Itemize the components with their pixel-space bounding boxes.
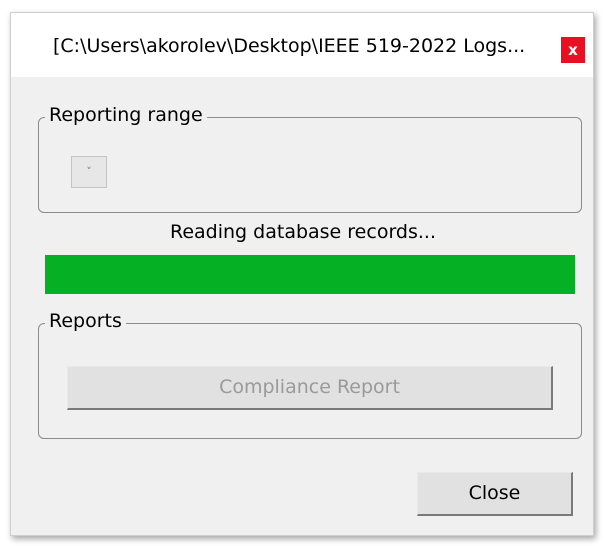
progress-bar	[45, 255, 575, 294]
progress-fill	[45, 255, 575, 294]
reporting-range-group: Reporting range ˅	[38, 104, 582, 213]
report-dialog: [C:\Users\akorolev\Desktop\IEEE 519-2022…	[10, 12, 594, 536]
reports-legend: Reports	[45, 310, 126, 332]
title-bar[interactable]: [C:\Users\akorolev\Desktop\IEEE 519-2022…	[11, 13, 593, 77]
window-title: [C:\Users\akorolev\Desktop\IEEE 519-2022…	[53, 35, 526, 57]
reporting-range-dropdown[interactable]: ˅	[71, 156, 107, 188]
chevron-down-icon: ˅	[86, 165, 92, 178]
close-icon[interactable]: x	[561, 37, 585, 63]
close-button[interactable]: Close	[417, 472, 573, 516]
status-text: Reading database records...	[170, 221, 436, 243]
compliance-report-button[interactable]: Compliance Report	[67, 366, 553, 410]
reporting-range-legend: Reporting range	[45, 104, 207, 126]
reports-group: Reports Compliance Report	[38, 310, 582, 439]
